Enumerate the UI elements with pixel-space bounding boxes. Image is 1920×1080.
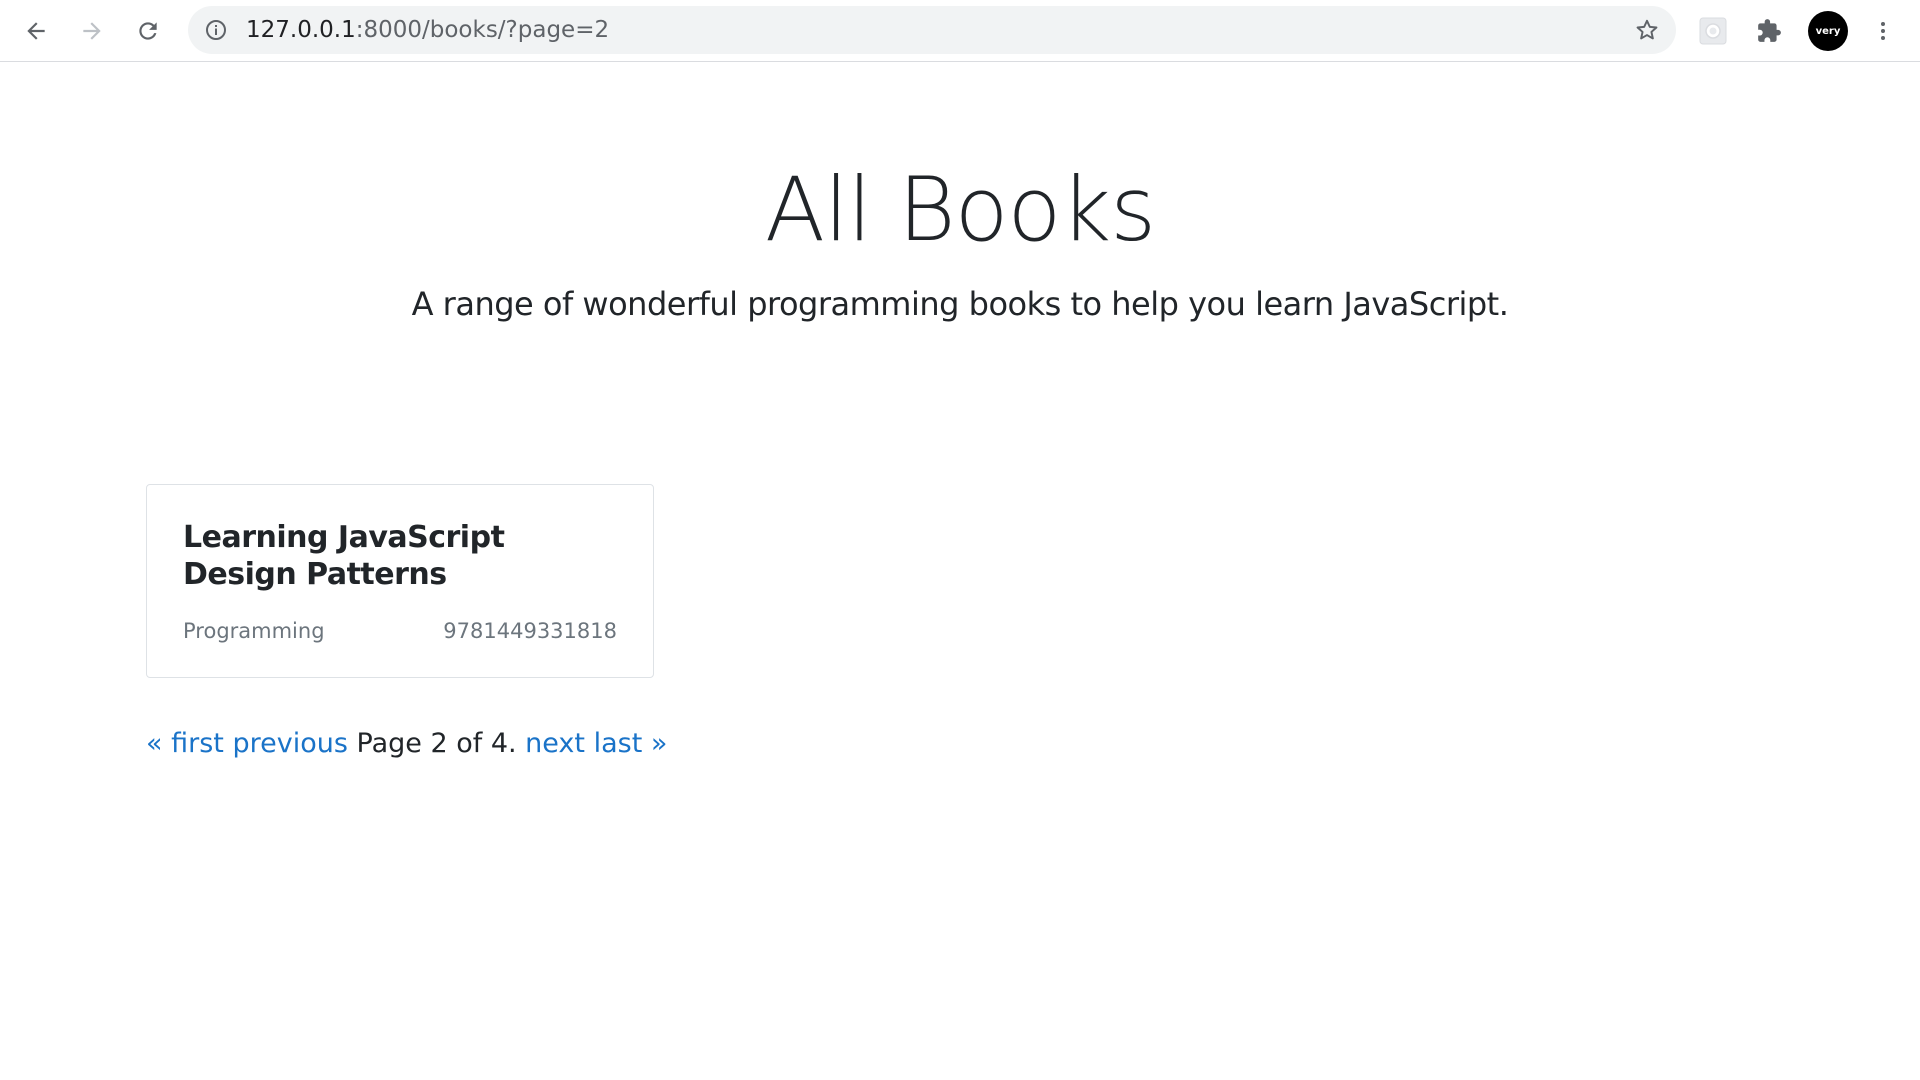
pagination: « first previous Page 2 of 4. next last … (146, 726, 667, 762)
reload-button[interactable] (128, 11, 168, 51)
extensions-button[interactable] (1752, 14, 1786, 48)
book-isbn: 9781449331818 (443, 619, 617, 643)
page-title: All Books (764, 158, 1156, 261)
previous-page-link[interactable]: previous (232, 728, 347, 759)
arrow-left-icon (27, 22, 45, 40)
arrow-right-icon (83, 22, 101, 40)
book-category: Programming (183, 619, 325, 643)
url-text[interactable]: 127.0.0.1:8000/books/?page=2 (246, 6, 609, 54)
book-title[interactable]: Learning JavaScript Design Patterns (183, 519, 623, 593)
book-card[interactable]: Learning JavaScript Design Patterns Prog… (146, 484, 654, 678)
camera-icon (1699, 17, 1727, 45)
browser-menu-button[interactable] (1866, 14, 1900, 48)
page-status: Page 2 of 4. (356, 728, 517, 759)
back-button[interactable] (16, 11, 56, 51)
star-icon[interactable] (1634, 17, 1660, 43)
next-page-link[interactable]: next (525, 728, 585, 759)
last-page-link[interactable]: last » (594, 728, 668, 759)
browser-toolbar: 127.0.0.1:8000/books/?page=2 very (0, 0, 1920, 62)
first-page-link[interactable]: « first (146, 728, 224, 759)
url-path: :8000/books/?page=2 (355, 17, 610, 43)
address-bar[interactable]: 127.0.0.1:8000/books/?page=2 (188, 6, 1676, 54)
screenshot-extension-button[interactable] (1696, 14, 1730, 48)
page-lead: A range of wonderful programming books t… (411, 285, 1509, 323)
profile-avatar[interactable]: very (1808, 11, 1848, 51)
puzzle-icon (1758, 19, 1781, 42)
url-host: 127.0.0.1 (246, 17, 356, 43)
reload-icon (139, 22, 157, 40)
forward-button[interactable] (72, 11, 112, 51)
info-icon[interactable] (204, 18, 228, 42)
kebab-menu-icon (1881, 22, 1885, 40)
page-content: All Books A range of wonderful programmi… (0, 62, 1920, 1080)
